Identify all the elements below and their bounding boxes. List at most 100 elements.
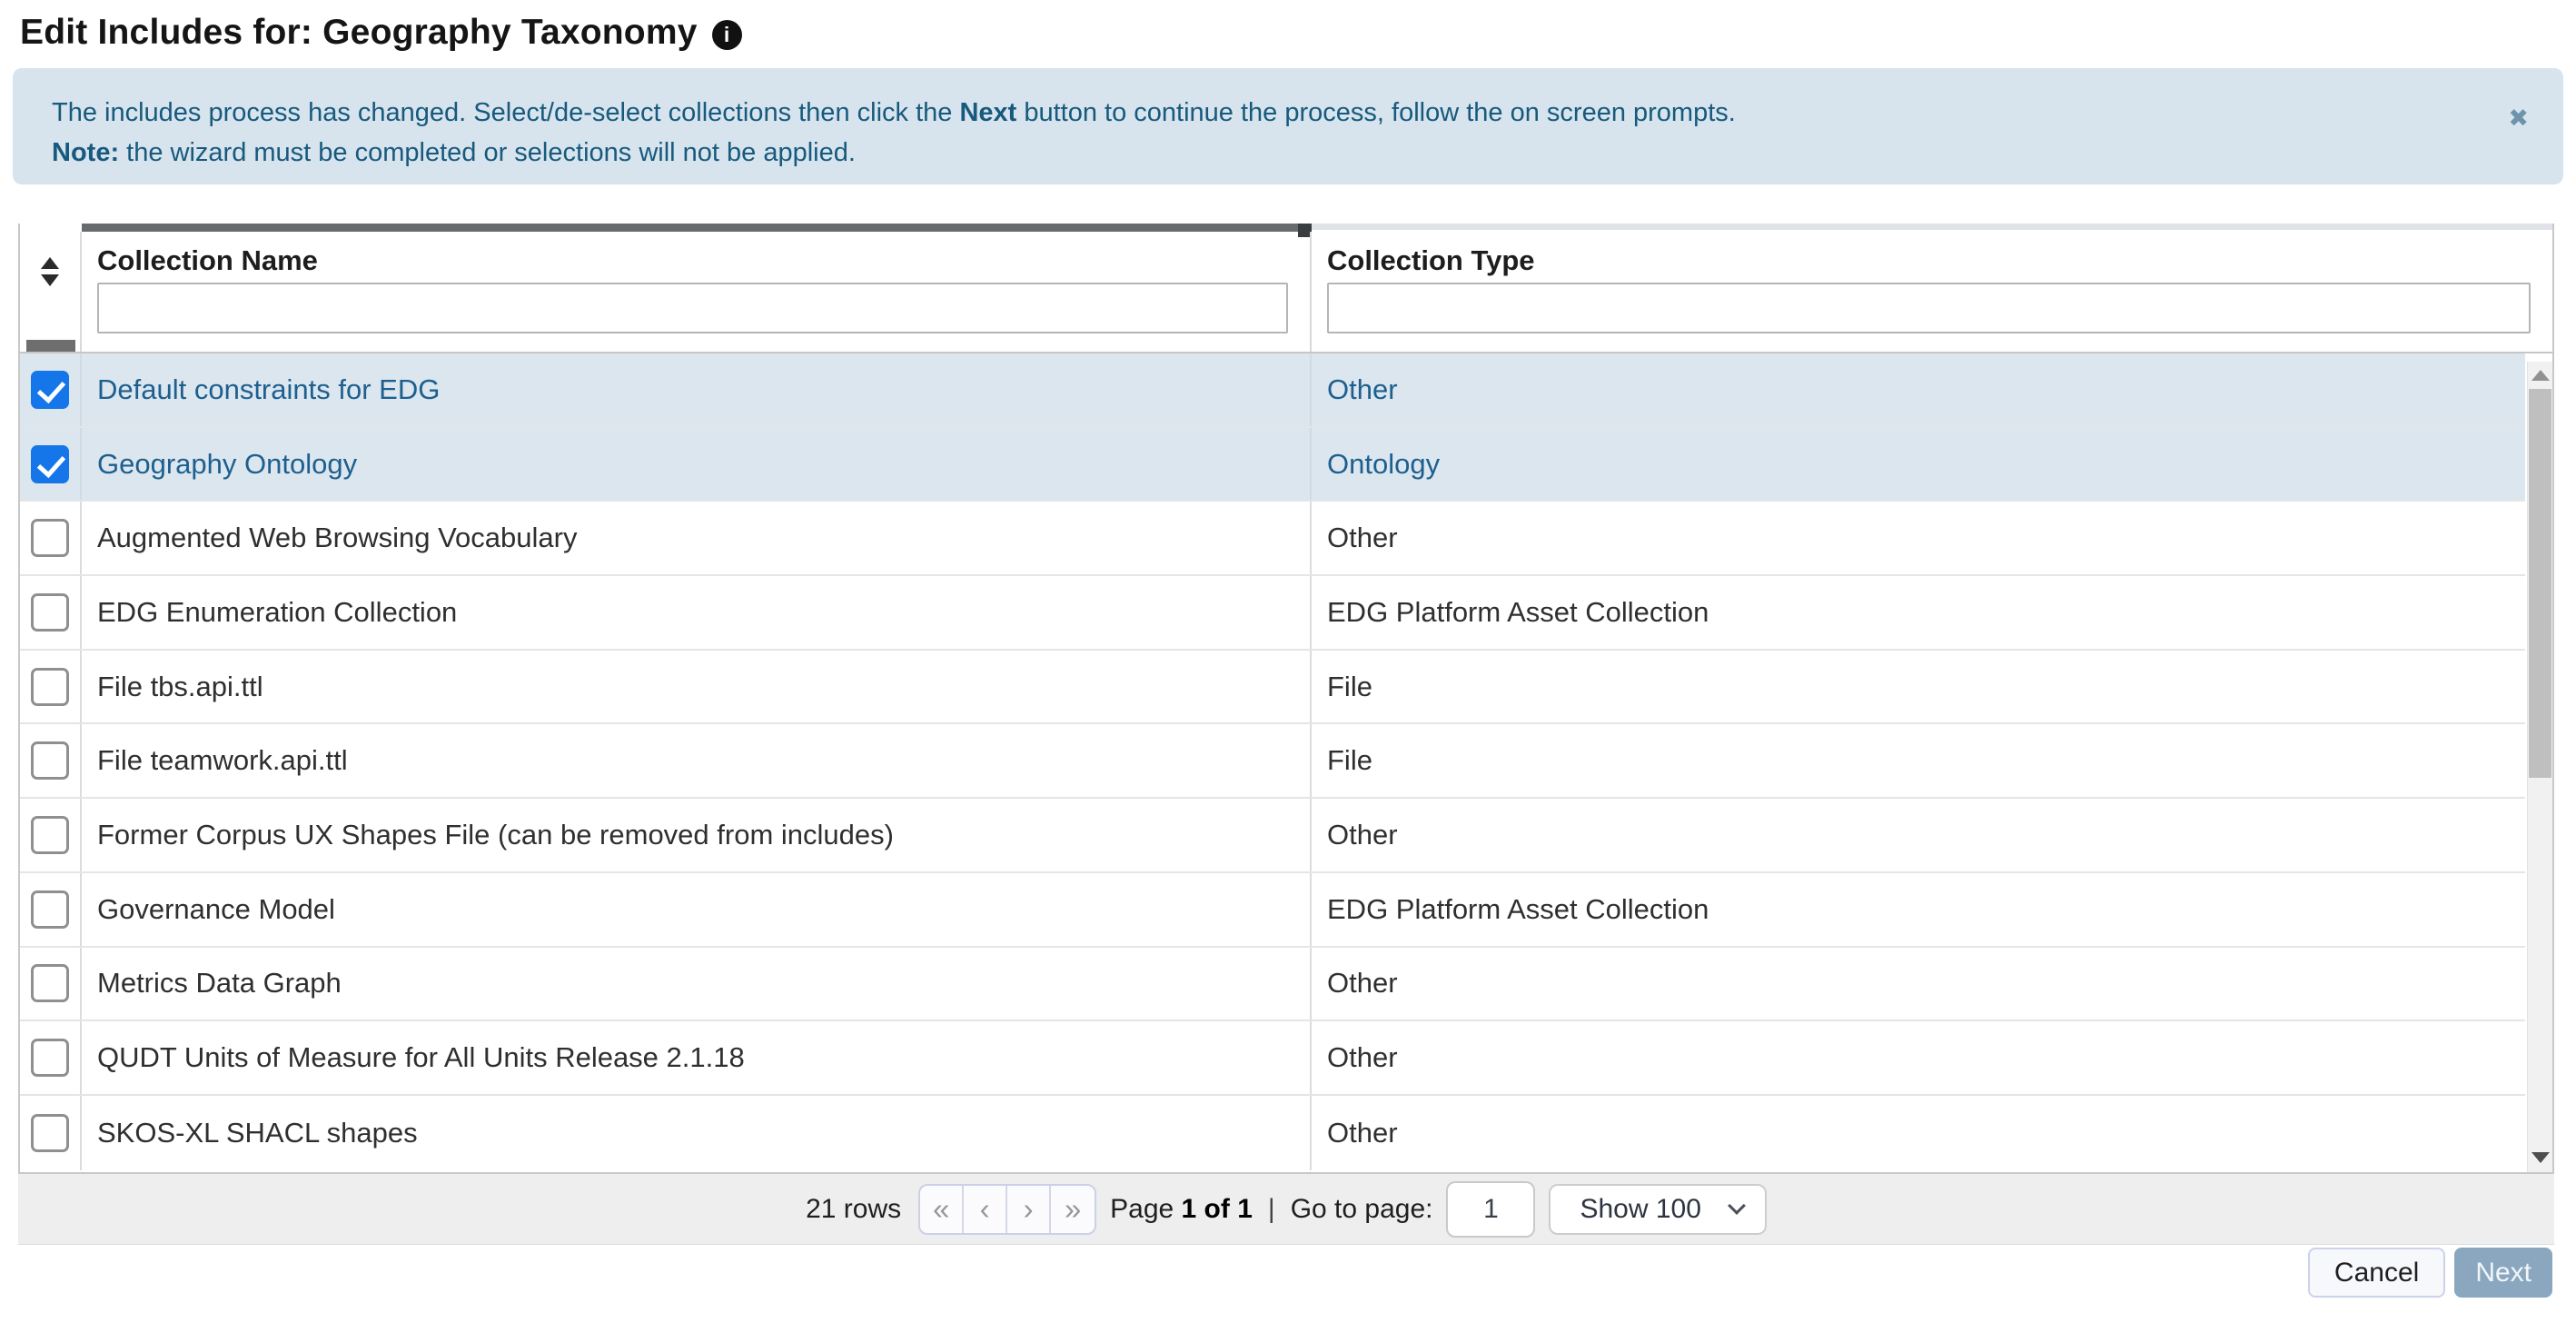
row-checkbox[interactable]	[31, 1113, 69, 1152]
row-checkbox[interactable]	[31, 964, 69, 1003]
footer-separator: |	[1267, 1193, 1275, 1224]
scrollbar-up-arrow-icon[interactable]	[2531, 370, 2550, 381]
row-checkbox[interactable]	[31, 667, 69, 706]
collection-type-cell: EDG Platform Asset Collection	[1327, 595, 1709, 628]
table-body: Default constraints for EDG Other Geogra…	[20, 353, 2525, 1170]
page-indicator: Page 1 of 1	[1110, 1193, 1253, 1224]
row-checkbox[interactable]	[31, 444, 69, 483]
page-size-select[interactable]: Show 100	[1549, 1183, 1767, 1235]
collection-type-cell: File	[1327, 670, 1372, 702]
pager: « ‹ › »	[918, 1183, 1097, 1235]
dialog-header: Edit Includes for: Geography Taxonomy i	[0, 0, 2576, 56]
collection-type-cell: Other	[1327, 818, 1398, 850]
collection-type-cell: File	[1327, 744, 1372, 777]
collection-name-cell: EDG Enumeration Collection	[82, 576, 1312, 649]
goto-page-input[interactable]	[1446, 1180, 1536, 1238]
banner-line-1: The includes process has changed. Select…	[52, 98, 1736, 127]
row-checkbox[interactable]	[31, 890, 69, 929]
table-scrollbar[interactable]	[2527, 362, 2552, 1172]
table-row[interactable]: Default constraints for EDG Other	[20, 353, 2525, 428]
column-resize-indicator	[82, 224, 1312, 237]
collection-name-cell: Governance Model	[82, 872, 1312, 946]
sort-icon[interactable]	[41, 257, 59, 352]
goto-page-label: Go to page:	[1290, 1193, 1433, 1224]
collection-type-cell: EDG Platform Asset Collection	[1327, 892, 1709, 925]
table-top-border	[1312, 224, 2552, 230]
table-header-row: Collection Name Collection Type	[20, 224, 2552, 353]
collection-name-filter-input[interactable]	[97, 283, 1288, 333]
table-row[interactable]: Geography Ontology Ontology	[20, 427, 2525, 502]
row-select-cell	[20, 1095, 82, 1170]
collection-type-cell: Other	[1327, 1116, 1398, 1149]
table-row[interactable]: Governance Model EDG Platform Asset Coll…	[20, 872, 2525, 948]
collection-name-cell: QUDT Units of Measure for All Units Rele…	[82, 1021, 1312, 1094]
first-page-button[interactable]: «	[920, 1185, 965, 1233]
row-select-cell	[20, 724, 82, 798]
collection-type-cell: Other	[1327, 1041, 1398, 1074]
info-banner: The includes process has changed. Select…	[13, 68, 2563, 184]
close-icon[interactable]: ✖	[2508, 98, 2529, 138]
table-row[interactable]: Augmented Web Browsing Vocabulary Other	[20, 502, 2525, 577]
row-select-cell	[20, 1021, 82, 1094]
row-select-cell	[20, 799, 82, 871]
row-select-cell	[20, 427, 82, 501]
page-size-value: Show 100	[1580, 1193, 1701, 1224]
column-header-collection-type[interactable]: Collection Type	[1312, 232, 2552, 352]
scrollbar-thumb[interactable]	[2529, 389, 2551, 778]
row-select-cell	[20, 872, 82, 946]
info-icon[interactable]: i	[711, 19, 742, 50]
row-select-cell	[20, 947, 82, 1020]
collection-name-cell: File teamwork.api.ttl	[82, 724, 1312, 798]
collection-type-cell: Ontology	[1327, 447, 1441, 480]
edit-includes-dialog: Edit Includes for: Geography Taxonomy i …	[0, 0, 2576, 1323]
collection-name-cell: Augmented Web Browsing Vocabulary	[82, 502, 1312, 575]
column-header-collection-name[interactable]: Collection Name	[82, 232, 1312, 352]
collection-name-cell: Metrics Data Graph	[82, 947, 1312, 1020]
page-title: Edit Includes for: Geography Taxonomy	[20, 13, 698, 52]
previous-page-button[interactable]: ‹	[964, 1185, 1008, 1233]
row-checkbox[interactable]	[31, 592, 69, 632]
row-checkbox[interactable]	[31, 1039, 69, 1078]
collection-name-header-label: Collection Name	[97, 244, 318, 276]
collection-type-header-label: Collection Type	[1327, 244, 1535, 276]
chevron-down-icon	[1728, 1196, 1746, 1215]
table-row[interactable]: Former Corpus UX Shapes File (can be rem…	[20, 799, 2525, 873]
info-icon-glyph: i	[723, 22, 730, 46]
collection-type-cell: Other	[1327, 967, 1398, 1000]
next-button[interactable]: Next	[2454, 1248, 2552, 1298]
select-column-header[interactable]	[20, 232, 82, 352]
table-row[interactable]: SKOS-XL SHACL shapes Other	[20, 1095, 2525, 1170]
table-row[interactable]: File tbs.api.ttl File	[20, 650, 2525, 725]
sort-up-arrow-icon	[41, 257, 59, 269]
collections-table: Collection Name Collection Type Default …	[18, 224, 2554, 1174]
pagination-bar: 21 rows « ‹ › » Page 1 of 1 | Go to page…	[18, 1174, 2554, 1245]
row-checkbox[interactable]	[31, 741, 69, 781]
row-count: 21 rows	[806, 1193, 902, 1224]
row-checkbox[interactable]	[31, 519, 69, 558]
column-reorder-handle	[26, 340, 75, 352]
row-checkbox[interactable]	[31, 370, 69, 409]
table-row[interactable]: EDG Enumeration Collection EDG Platform …	[20, 576, 2525, 651]
row-select-cell	[20, 353, 82, 426]
collection-name-cell: Geography Ontology	[82, 427, 1312, 501]
table-row[interactable]: Metrics Data Graph Other	[20, 947, 2525, 1022]
collection-type-cell: Other	[1327, 522, 1398, 554]
row-select-cell	[20, 576, 82, 649]
collection-name-cell: File tbs.api.ttl	[82, 650, 1312, 723]
collection-type-filter-input[interactable]	[1327, 283, 2531, 333]
next-page-button[interactable]: ›	[1007, 1185, 1052, 1233]
last-page-button[interactable]: »	[1051, 1186, 1095, 1233]
table-row[interactable]: File teamwork.api.ttl File	[20, 724, 2525, 800]
dialog-actions: Cancel Next	[0, 1245, 2576, 1298]
collection-name-cell: Default constraints for EDG	[82, 353, 1312, 426]
cancel-button[interactable]: Cancel	[2307, 1248, 2446, 1298]
row-select-cell	[20, 650, 82, 723]
scrollbar-down-arrow-icon[interactable]	[2531, 1152, 2550, 1163]
collection-name-cell: SKOS-XL SHACL shapes	[82, 1095, 1312, 1170]
collection-name-cell: Former Corpus UX Shapes File (can be rem…	[82, 799, 1312, 871]
banner-line-2: Note: the wizard must be completed or se…	[52, 138, 856, 167]
table-row[interactable]: QUDT Units of Measure for All Units Rele…	[20, 1021, 2525, 1096]
sort-down-arrow-icon	[41, 274, 59, 286]
row-checkbox[interactable]	[31, 815, 69, 854]
collection-type-cell: Other	[1327, 373, 1398, 405]
